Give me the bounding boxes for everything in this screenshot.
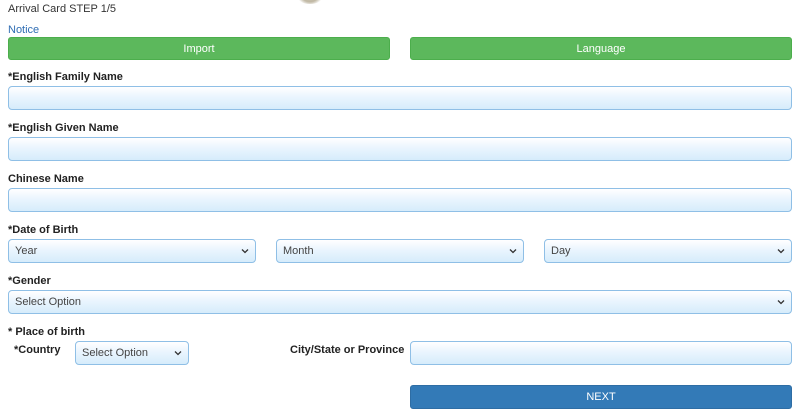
chevron-down-icon [777,249,785,254]
import-button[interactable]: Import [8,37,390,60]
chinese-name-input[interactable] [8,188,792,212]
city-input[interactable] [410,341,792,365]
next-button[interactable]: NEXT [410,385,792,409]
country-select[interactable]: Select Option [75,341,189,365]
dob-day-value: Day [551,245,571,257]
gender-value: Select Option [15,296,82,308]
gender-label: *Gender [8,275,51,287]
family-name-label: *English Family Name [8,71,123,83]
chevron-down-icon [241,249,249,254]
dob-day-select[interactable]: Day [544,239,792,263]
logo-emblem [296,0,324,4]
place-of-birth-label: * Place of birth [8,326,86,338]
chevron-down-icon [777,300,785,305]
given-name-label: *English Given Name [8,122,119,134]
next-button-label: NEXT [586,391,616,403]
chinese-name-label: Chinese Name [8,173,84,185]
chevron-down-icon [509,249,517,254]
family-name-input[interactable] [8,86,792,110]
country-label: *Country [14,344,61,356]
given-name-input[interactable] [8,137,792,161]
dob-year-value: Year [15,245,38,257]
dob-label: *Date of Birth [8,224,79,236]
country-value: Select Option [82,347,149,359]
dob-year-select[interactable]: Year [8,239,256,263]
chevron-down-icon [174,351,182,356]
city-label: City/State or Province [290,344,405,356]
language-button-label: Language [576,42,626,55]
dob-month-value: Month [283,245,314,257]
gender-select[interactable]: Select Option [8,290,792,314]
dob-month-select[interactable]: Month [276,239,524,263]
import-button-label: Import [183,42,215,55]
language-button[interactable]: Language [410,37,792,60]
notice-link[interactable]: Notice [8,24,39,36]
page-title: Arrival Card STEP 1/5 [8,3,117,15]
